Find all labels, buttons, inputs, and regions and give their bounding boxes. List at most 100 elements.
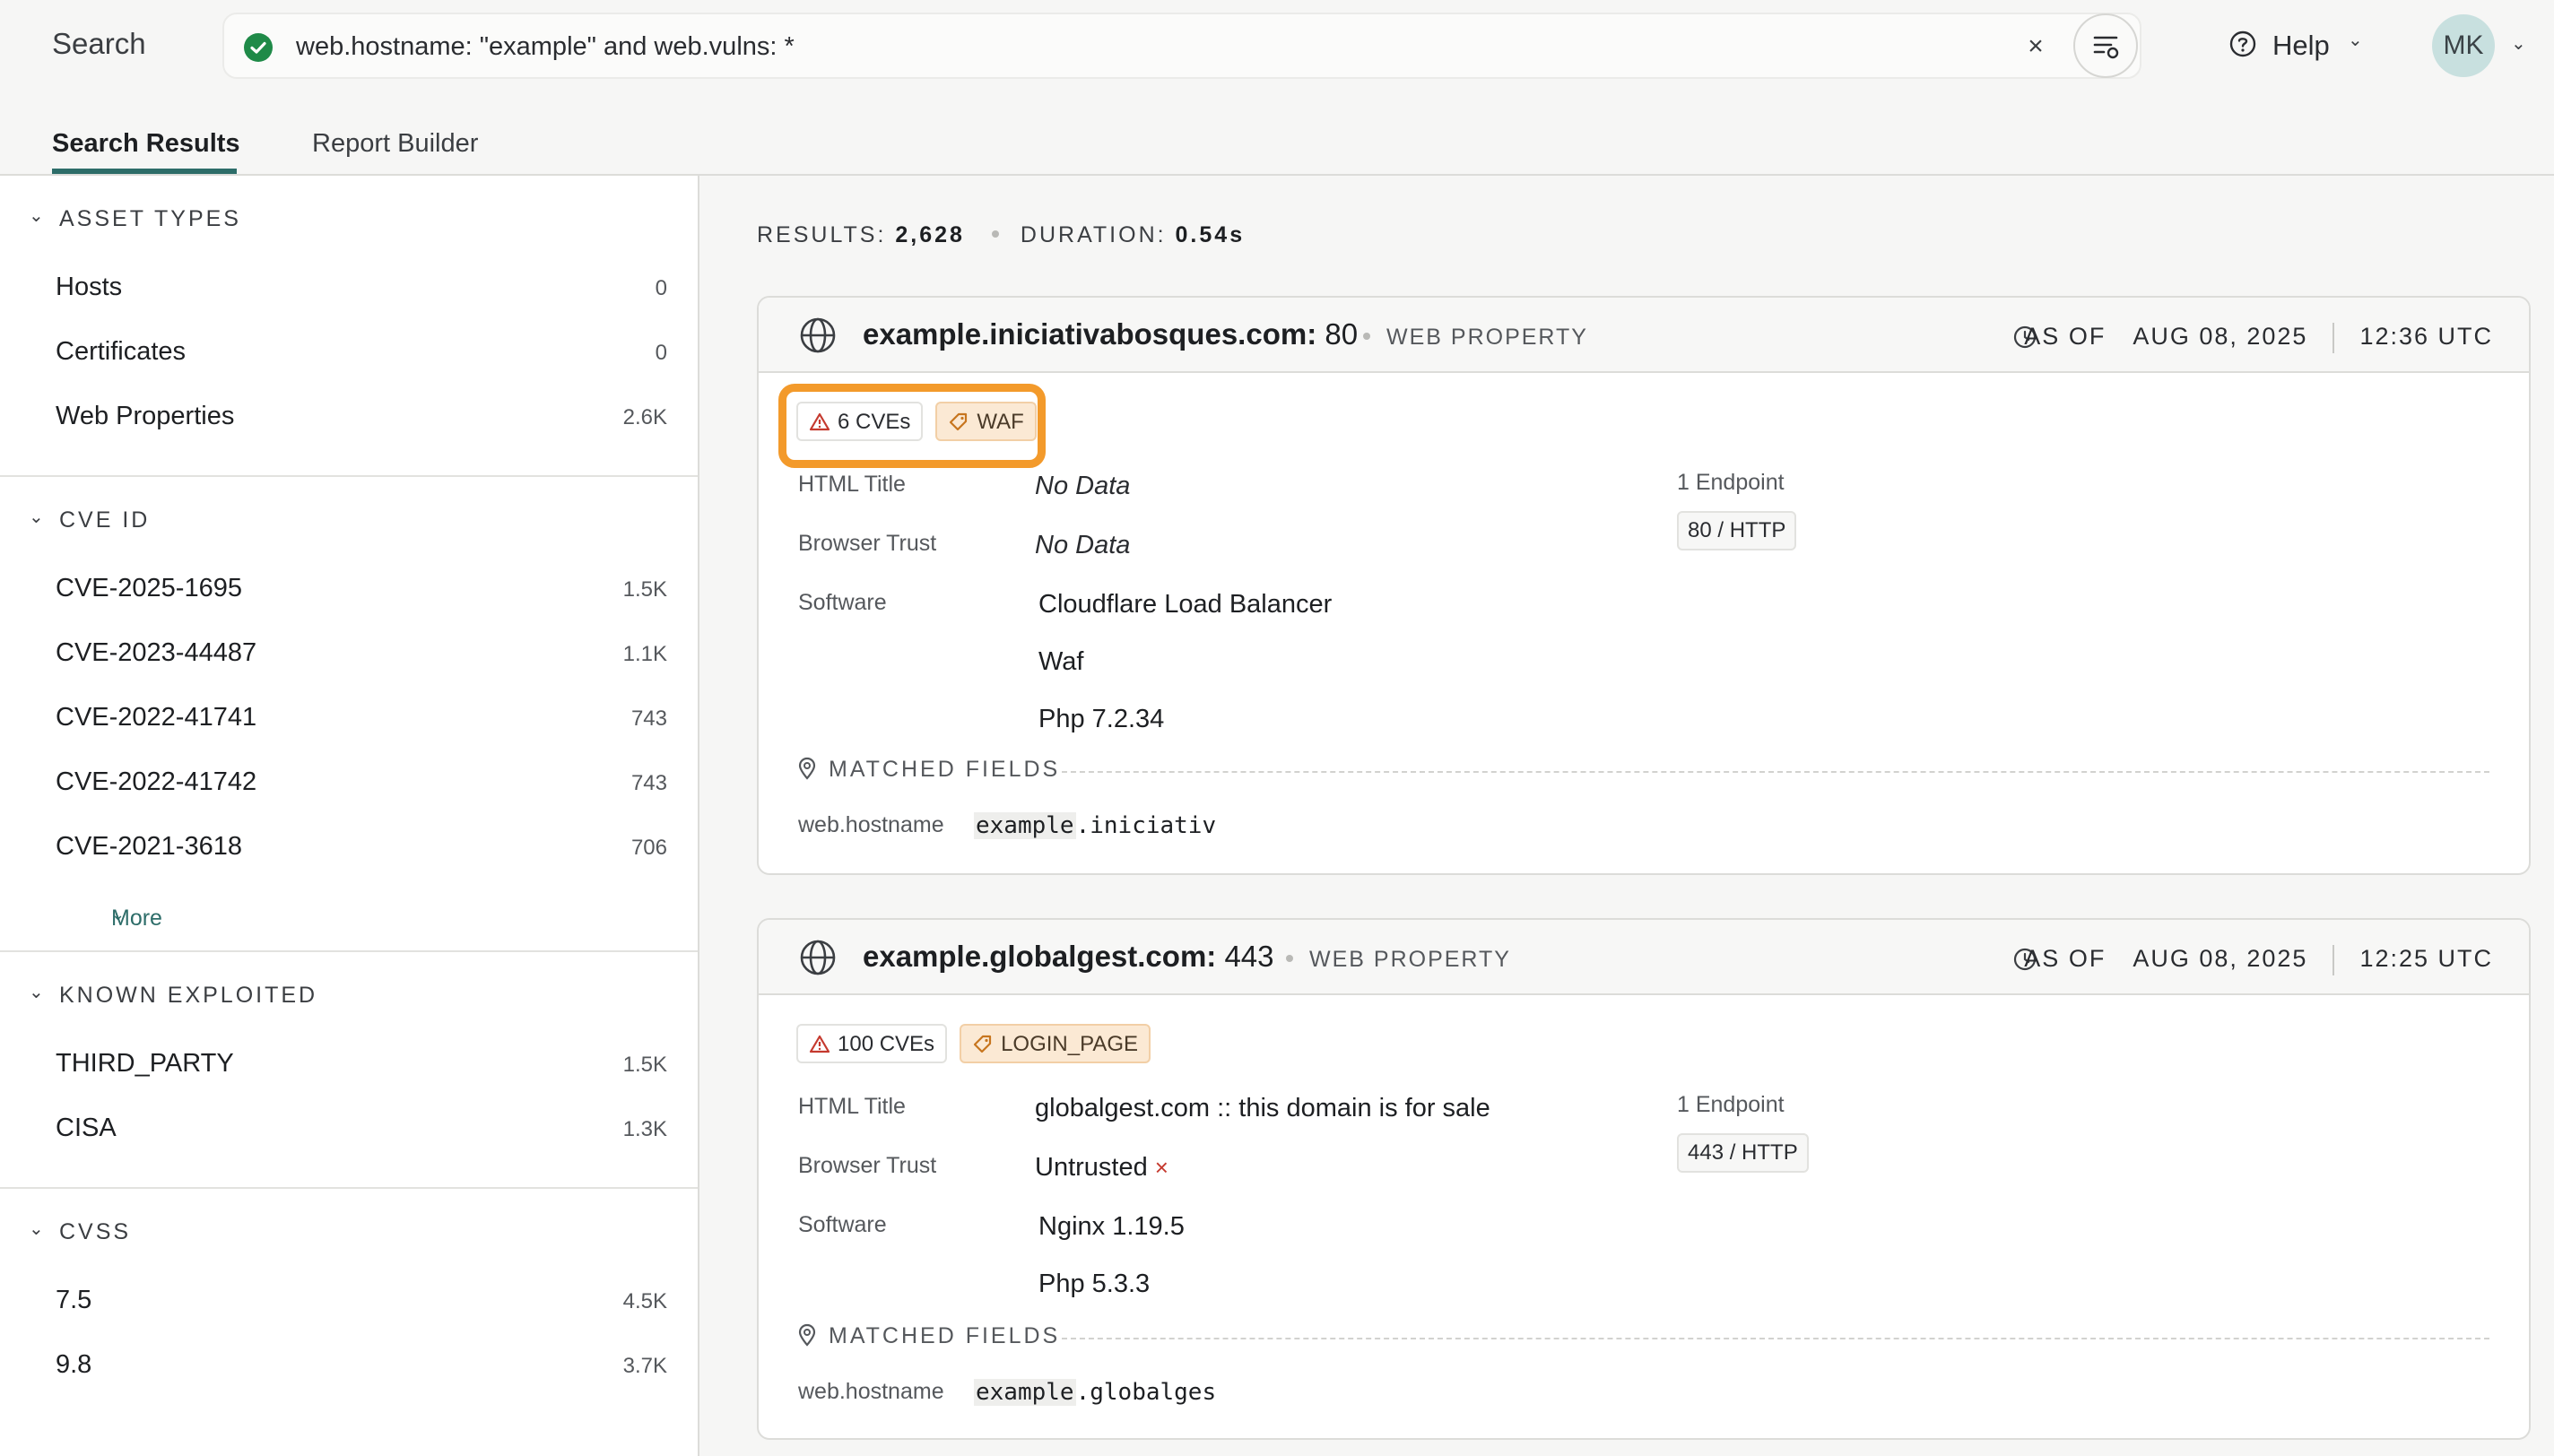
facet-item-cvss[interactable]: 9.8 3.7K: [0, 1334, 698, 1399]
tab-report-builder[interactable]: Report Builder: [312, 129, 478, 159]
results-label: RESULTS:: [757, 222, 887, 247]
endpoint-badge[interactable]: 443 / HTTP: [1677, 1133, 1809, 1173]
facet-item-web-properties[interactable]: Web Properties 2.6K: [0, 386, 698, 450]
facet-header[interactable]: ⌄ CVSS: [0, 1219, 698, 1246]
matched-field-value: example.globalges: [974, 1379, 1216, 1406]
card-timestamp: AS OF AUG 08, 2025 12:36 UTC: [2024, 323, 2493, 353]
chevron-down-icon[interactable]: ⌄: [29, 506, 44, 528]
facet-item-count: 2.6K: [622, 405, 667, 429]
facet-item-label: Web Properties: [56, 402, 235, 430]
divider: [2332, 323, 2335, 353]
facet-item-cve[interactable]: CVE-2025-1695 1.5K: [0, 558, 698, 622]
cve-count-tag[interactable]: 6 CVEs: [796, 402, 924, 441]
facet-item-certificates[interactable]: Certificates 0: [0, 321, 698, 386]
facet-cvss: ⌄ CVSS 7.5 4.5K 9.8 3.7K: [0, 1189, 698, 1424]
check-circle-icon: [244, 33, 273, 62]
software-item: Php 7.2.34: [1038, 705, 1165, 733]
cve-count-tag[interactable]: 100 CVEs: [796, 1024, 948, 1063]
match-rest: .globalges: [1075, 1379, 1217, 1406]
result-card: example.iniciativabosques.com: 80 WEB PR…: [757, 296, 2531, 875]
match-highlight: example: [974, 1379, 1076, 1406]
search-input[interactable]: web.hostname: "example" and web.vulns: *…: [222, 13, 2141, 79]
card-date: AUG 08, 2025: [2133, 945, 2308, 973]
card-hostname-link[interactable]: example.iniciativabosques.com: 80: [863, 317, 1358, 351]
facet-item-label: CVE-2021-3618: [56, 832, 242, 861]
software-item: Php 5.3.3: [1038, 1270, 1151, 1298]
facet-item-count: 743: [630, 771, 667, 795]
facet-item-cve[interactable]: CVE-2021-3618 706: [0, 816, 698, 880]
endpoints-count: 1 Endpoint: [1677, 470, 1785, 495]
field-label-browser-trust: Browser Trust: [798, 531, 937, 556]
matched-field-key: web.hostname: [798, 1379, 944, 1404]
facet-item-cisa[interactable]: CISA 1.3K: [0, 1097, 698, 1162]
facet-item-third-party[interactable]: THIRD_PARTY 1.5K: [0, 1033, 698, 1097]
duration-label: DURATION:: [1020, 222, 1167, 247]
endpoint-badge[interactable]: 80 / HTTP: [1677, 511, 1797, 550]
card-hostname: example.iniciativabosques.com:: [863, 317, 1317, 351]
field-label-html-title: HTML Title: [798, 472, 906, 497]
facet-item-count: 1.5K: [622, 1053, 667, 1077]
avatar[interactable]: MK: [2432, 14, 2495, 77]
label-tag[interactable]: LOGIN_PAGE: [960, 1024, 1151, 1063]
card-header: example.globalgest.com: 443 WEB PROPERTY…: [759, 920, 2529, 995]
cve-tag-label: 100 CVEs: [838, 1032, 935, 1056]
search-page-label: Search: [52, 27, 146, 60]
facet-item-label: THIRD_PARTY: [56, 1049, 234, 1078]
card-hostname-link[interactable]: example.globalgest.com: 443: [863, 940, 1274, 974]
match-highlight: example: [974, 812, 1076, 839]
more-cve-link[interactable]: More ⌄: [0, 880, 698, 931]
facet-item-label: CVE-2025-1695: [56, 574, 242, 602]
match-rest: .iniciativ: [1075, 812, 1217, 839]
card-port: 443: [1224, 940, 1274, 973]
chevron-down-icon[interactable]: ⌄: [29, 1218, 44, 1240]
facet-title: ASSET TYPES: [59, 206, 241, 231]
facet-item-label: 9.8: [56, 1350, 92, 1379]
card-port: 80: [1325, 317, 1359, 351]
card-timestamp: AS OF AUG 08, 2025 12:25 UTC: [2024, 945, 2493, 975]
endpoints-count: 1 Endpoint: [1677, 1092, 1785, 1117]
divider: [2332, 945, 2335, 975]
help-circle-icon: [2229, 30, 2256, 57]
facet-header[interactable]: ⌄ ASSET TYPES: [0, 206, 698, 233]
card-time: 12:36 UTC: [2359, 323, 2493, 351]
facet-item-count: 1.3K: [622, 1117, 667, 1141]
card-type: WEB PROPERTY: [1363, 325, 1588, 351]
facet-item-count: 1.5K: [622, 577, 667, 602]
active-tab-indicator: [52, 169, 237, 174]
matched-fields-title: MATCHED FIELDS: [829, 757, 1061, 782]
facet-title: KNOWN EXPLOITED: [59, 983, 318, 1008]
card-tags: 6 CVEs WAF: [796, 402, 1049, 441]
chevron-down-icon[interactable]: ⌄: [29, 204, 44, 227]
facet-item-count: 0: [655, 341, 667, 365]
facet-item-cve[interactable]: CVE-2022-41741 743: [0, 687, 698, 751]
software-item: Nginx 1.19.5: [1038, 1212, 1185, 1241]
tab-search-results[interactable]: Search Results: [52, 129, 240, 159]
warning-triangle-icon: [809, 412, 830, 431]
field-label-browser-trust: Browser Trust: [798, 1153, 937, 1178]
field-label-html-title: HTML Title: [798, 1094, 906, 1119]
query-settings-button[interactable]: [2073, 13, 2138, 78]
facet-item-cvss[interactable]: 7.5 4.5K: [0, 1270, 698, 1334]
matched-field-value: example.iniciativ: [974, 812, 1216, 839]
duration-value: 0.54s: [1175, 222, 1246, 247]
pin-icon: [798, 757, 816, 780]
matched-field-key: web.hostname: [798, 812, 944, 837]
facet-header[interactable]: ⌄ KNOWN EXPLOITED: [0, 983, 698, 1010]
facet-item-label: CVE-2022-41742: [56, 767, 257, 796]
chevron-down-icon: ⌄: [111, 906, 126, 923]
chevron-down-icon[interactable]: ⌄: [29, 981, 44, 1003]
label-tag[interactable]: WAF: [935, 402, 1037, 441]
facet-item-cve[interactable]: CVE-2022-41742 743: [0, 751, 698, 816]
help-label: Help: [2272, 30, 2330, 61]
facet-item-count: 743: [630, 706, 667, 731]
facet-item-label: CISA: [56, 1114, 117, 1142]
chevron-down-icon[interactable]: ⌄: [2511, 32, 2526, 55]
facet-item-count: 706: [630, 836, 667, 860]
facet-item-hosts[interactable]: Hosts 0: [0, 256, 698, 321]
cve-tag-label: 6 CVEs: [838, 410, 911, 434]
facet-header[interactable]: ⌄ CVE ID: [0, 507, 698, 534]
card-type: WEB PROPERTY: [1286, 947, 1511, 973]
search-query-text[interactable]: web.hostname: "example" and web.vulns: *: [296, 32, 795, 62]
facet-item-cve[interactable]: CVE-2023-44487 1.1K: [0, 622, 698, 687]
clear-search-button[interactable]: ×: [2018, 27, 2054, 66]
